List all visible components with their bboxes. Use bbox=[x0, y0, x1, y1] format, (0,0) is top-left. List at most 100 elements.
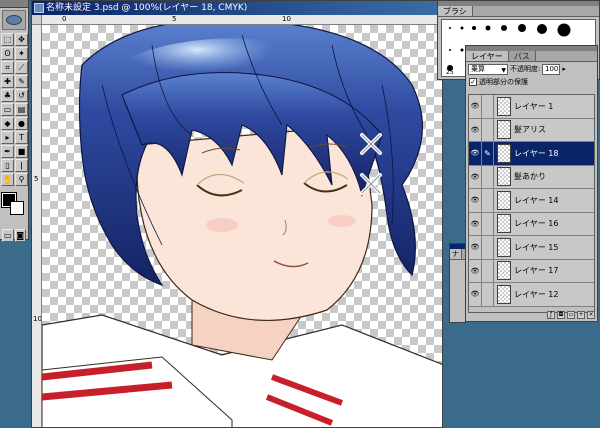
dodge-tool-icon[interactable]: ● bbox=[15, 117, 28, 130]
layer-name: レイヤー 14 bbox=[514, 195, 559, 205]
eye-icon[interactable]: 👁 bbox=[469, 283, 482, 306]
eye-icon[interactable]: 👁 bbox=[469, 95, 482, 118]
brush-preset-icon bbox=[518, 24, 526, 32]
layer-thumbnail bbox=[497, 120, 511, 140]
character-artwork bbox=[42, 25, 442, 427]
layer-name: レイヤー 17 bbox=[514, 266, 559, 276]
layer-thumbnail bbox=[497, 167, 511, 187]
tab-layers[interactable]: レイヤー bbox=[466, 51, 509, 61]
lasso-tool-icon[interactable]: ʘ bbox=[1, 47, 14, 60]
shape-tool-icon[interactable]: ■ bbox=[15, 145, 28, 158]
navigator-palette: ナ bbox=[449, 243, 466, 323]
healing-brush-tool-icon[interactable]: ✚ bbox=[1, 75, 14, 88]
link-slot[interactable] bbox=[482, 259, 494, 282]
slice-tool-icon[interactable]: ⟋ bbox=[15, 61, 28, 74]
toolbox-grip[interactable] bbox=[0, 0, 28, 8]
opacity-arrow-icon[interactable]: ▸ bbox=[562, 65, 566, 73]
canvas[interactable] bbox=[42, 25, 442, 427]
trash-icon[interactable]: × bbox=[587, 311, 595, 319]
eye-icon[interactable]: 👁 bbox=[469, 212, 482, 235]
eyedropper-tool-icon[interactable]: ǀ bbox=[15, 159, 28, 172]
layer-thumbnail bbox=[497, 214, 511, 234]
link-slot[interactable] bbox=[482, 236, 494, 259]
layer-row[interactable]: 👁 レイヤー 14 bbox=[469, 189, 594, 213]
document-icon bbox=[34, 3, 44, 13]
chevron-down-icon: ▼ bbox=[501, 66, 506, 74]
layer-row[interactable]: 👁 髪アリス bbox=[469, 118, 594, 142]
document-title: 名称未設定 3.psd @ 100%(レイヤー 18, CMYK) bbox=[46, 3, 248, 13]
blend-mode-select[interactable]: 乗算 ▼ bbox=[468, 63, 508, 75]
hand-tool-icon[interactable]: ✋ bbox=[1, 173, 14, 186]
background-color-swatch[interactable] bbox=[10, 201, 24, 215]
opacity-input[interactable]: 100 bbox=[542, 63, 561, 75]
tab-brush[interactable]: ブラシ bbox=[438, 6, 473, 16]
preserve-transparency-checkbox[interactable]: ✓ bbox=[469, 77, 477, 86]
layer-row[interactable]: 👁 レイヤー 17 bbox=[469, 259, 594, 283]
layer-row[interactable]: 👁 髪あかり bbox=[469, 165, 594, 189]
layer-row[interactable]: 👁 レイヤー 15 bbox=[469, 236, 594, 260]
layer-row[interactable]: 👁 レイヤー 1 bbox=[469, 95, 594, 119]
ruler-h-label: 0 bbox=[62, 15, 67, 23]
brush-preset-icon bbox=[449, 49, 451, 51]
ruler-corner[interactable] bbox=[32, 15, 42, 25]
layer-style-icon[interactable]: ƒ bbox=[547, 311, 555, 319]
layer-thumbnail bbox=[497, 284, 511, 304]
vertical-ruler[interactable]: 5 10 bbox=[32, 25, 42, 427]
link-slot[interactable] bbox=[482, 283, 494, 306]
brush-tool-icon[interactable]: ✎ bbox=[15, 75, 28, 88]
layer-row[interactable]: 👁 ✎ レイヤー 18 bbox=[469, 142, 594, 166]
layer-thumbnail bbox=[497, 96, 511, 116]
crop-tool-icon[interactable]: ⌗ bbox=[1, 61, 14, 74]
magic-wand-tool-icon[interactable]: ✦ bbox=[15, 47, 28, 60]
navigator-tab-row: ナ bbox=[450, 249, 465, 260]
brush-preset-icon bbox=[501, 25, 507, 31]
link-slot[interactable] bbox=[482, 118, 494, 141]
pen-tool-icon[interactable]: ✒ bbox=[1, 145, 14, 158]
tab-paths[interactable]: パス bbox=[508, 51, 536, 61]
ruler-h-label: 5 bbox=[172, 15, 177, 23]
brush-preset-icon bbox=[537, 24, 547, 34]
type-tool-icon[interactable]: T bbox=[15, 131, 28, 144]
marquee-tool-icon[interactable]: ⬚ bbox=[1, 33, 14, 46]
brush-preset-icon bbox=[485, 25, 491, 31]
ruler-v-label: 5 bbox=[34, 175, 39, 183]
new-layer-icon[interactable]: + bbox=[577, 311, 585, 319]
brush-tab-row: ブラシ bbox=[438, 6, 599, 17]
history-brush-tool-icon[interactable]: ↺ bbox=[15, 89, 28, 102]
gradient-tool-icon[interactable]: ▤ bbox=[15, 103, 28, 116]
eye-icon[interactable]: 👁 bbox=[469, 236, 482, 259]
eye-icon[interactable]: 👁 bbox=[469, 259, 482, 282]
new-set-icon[interactable]: ▫ bbox=[567, 311, 575, 319]
quick-mask-mode-icon[interactable]: ◙ bbox=[14, 229, 26, 242]
layer-name: レイヤー 12 bbox=[514, 289, 559, 299]
photoshop-logo-icon[interactable] bbox=[2, 10, 26, 30]
brush-preset-icon bbox=[460, 26, 464, 30]
zoom-tool-icon[interactable]: ⚲ bbox=[15, 173, 28, 186]
layer-name: レイヤー 16 bbox=[514, 219, 559, 229]
link-slot[interactable] bbox=[482, 165, 494, 188]
blur-tool-icon[interactable]: ◆ bbox=[1, 117, 14, 130]
layer-mask-icon[interactable]: ◘ bbox=[557, 311, 565, 319]
preserve-transparency-label: 透明部分の保護 bbox=[479, 77, 528, 86]
link-slot[interactable] bbox=[482, 212, 494, 235]
paintbrush-icon[interactable]: ✎ bbox=[482, 142, 494, 165]
eye-icon[interactable]: 👁 bbox=[469, 118, 482, 141]
stamp-tool-icon[interactable]: ♣ bbox=[1, 89, 14, 102]
standard-mode-icon[interactable]: ▭ bbox=[2, 229, 14, 242]
layer-name: 髪アリス bbox=[514, 125, 546, 135]
horizontal-ruler[interactable]: 0 5 10 bbox=[42, 15, 442, 25]
eye-icon[interactable]: 👁 bbox=[469, 165, 482, 188]
notes-tool-icon[interactable]: ▯ bbox=[1, 159, 14, 172]
layer-row[interactable]: 👁 レイヤー 12 bbox=[469, 283, 594, 307]
layers-bottom-bar: ƒ ◘ ▫ + × bbox=[468, 311, 595, 319]
link-slot[interactable] bbox=[482, 189, 494, 212]
link-slot[interactable] bbox=[482, 95, 494, 118]
move-tool-icon[interactable]: ✥ bbox=[15, 33, 28, 46]
layer-row[interactable]: 👁 レイヤー 16 bbox=[469, 212, 594, 236]
tab-navigator[interactable]: ナ bbox=[450, 249, 462, 259]
eraser-tool-icon[interactable]: ▭ bbox=[1, 103, 14, 116]
eye-icon[interactable]: 👁 bbox=[469, 189, 482, 212]
document-titlebar[interactable]: 名称未設定 3.psd @ 100%(レイヤー 18, CMYK) bbox=[32, 1, 442, 15]
path-select-tool-icon[interactable]: ▸ bbox=[1, 131, 14, 144]
eye-icon[interactable]: 👁 bbox=[469, 142, 482, 165]
